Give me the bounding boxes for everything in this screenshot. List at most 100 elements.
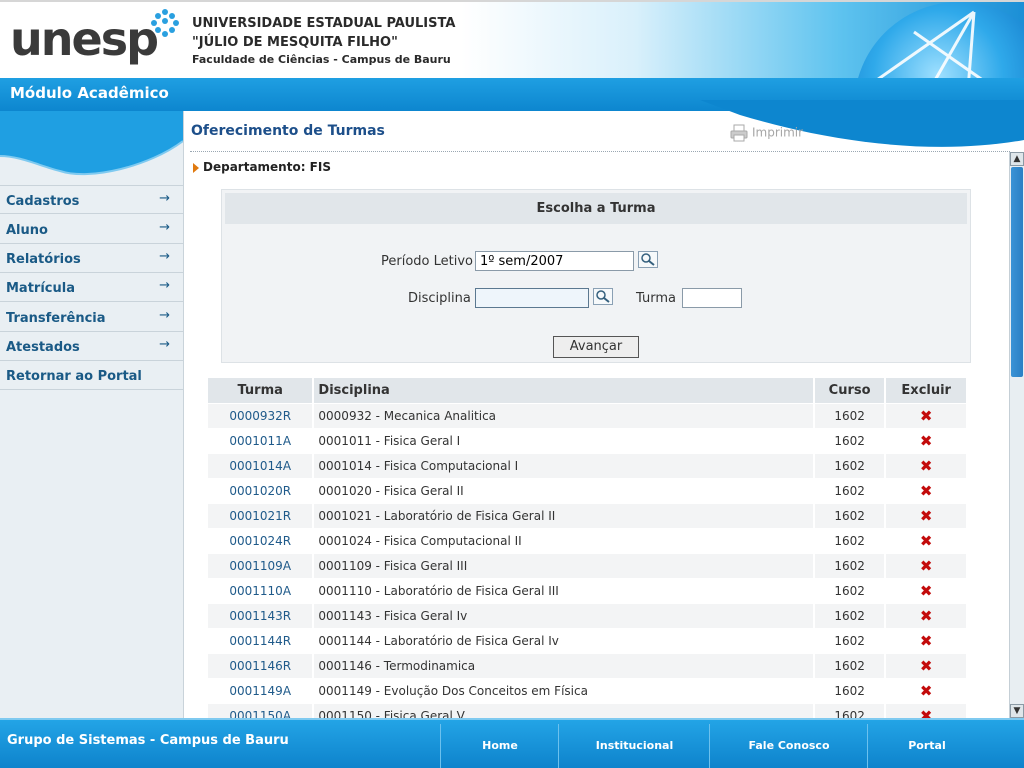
arrow-right-icon: → [159,278,170,293]
sidebar-item-label: Relatórios [6,252,81,267]
periodo-lookup-button[interactable] [638,251,658,268]
column-header-turma: Turma [208,378,315,404]
turma-link[interactable]: 0001020R [229,484,291,498]
curso-cell: 1602 [813,578,887,604]
department-text: Departamento: FIS [203,160,331,174]
table-row: 0001024R 0001024 - Fisica Computacional … [208,528,968,554]
disciplina-cell: 0001021 - Laboratório de Fisica Geral II [313,503,815,529]
arrow-right-icon: → [159,308,170,323]
curso-cell: 1602 [813,503,887,529]
search-icon [641,253,655,266]
page-header: unesp UNIVERSIDADE ESTADUAL PAULISTA "JÚ… [0,0,1024,78]
curso-cell: 1602 [813,403,887,429]
arrow-right-icon: → [159,191,170,206]
turma-link[interactable]: 0001143R [229,609,291,623]
sidebar-item-atestados[interactable]: Atestados → [0,332,183,361]
department-label: Departamento: FIS [193,160,331,174]
scroll-up-arrow-icon[interactable]: ▲ [1010,152,1024,166]
form-heading-text: Escolha a Turma [536,201,656,216]
sidebar-item-aluno[interactable]: Aluno → [0,215,183,244]
sidebar-item-cadastros[interactable]: Cadastros → [0,185,183,214]
sidebar-item-label: Atestados [6,340,80,355]
turma-link[interactable]: 0001011A [229,434,291,448]
form-heading: Escolha a Turma [225,193,967,224]
disciplina-input[interactable] [475,288,589,308]
delete-x-icon[interactable]: ✖ [920,682,933,700]
column-header-disciplina: Disciplina [313,378,815,404]
print-label: Imprimir [752,125,804,140]
avancar-button[interactable]: Avançar [553,336,639,358]
disciplina-cell: 0001109 - Fisica Geral III [313,553,815,579]
periodo-label: Período Letivo [381,254,473,269]
turmas-table: Turma Disciplina Curso Excluir 0000932R … [208,378,968,728]
footer-nav-home[interactable]: Home [440,724,559,768]
turma-link[interactable]: 0001149A [229,684,291,698]
footer-nav-portal[interactable]: Portal [867,724,986,768]
periodo-input[interactable] [475,251,634,271]
curso-cell: 1602 [813,603,887,629]
delete-x-icon[interactable]: ✖ [920,582,933,600]
turma-link[interactable]: 0001014A [229,459,291,473]
globe-graphic [854,2,1024,78]
sidebar-item-label: Retornar ao Portal [6,369,142,384]
table-header-row: Turma Disciplina Curso Excluir [208,378,968,404]
sidebar-item-transferencia[interactable]: Transferência → [0,303,183,332]
delete-x-icon[interactable]: ✖ [920,607,933,625]
disciplina-cell: 0001144 - Laboratório de Fisica Geral Iv [313,628,815,654]
curso-cell: 1602 [813,428,887,454]
delete-x-icon[interactable]: ✖ [920,482,933,500]
delete-x-icon[interactable]: ✖ [920,632,933,650]
delete-x-icon[interactable]: ✖ [920,407,933,425]
sidebar-item-retornar-portal[interactable]: Retornar ao Portal [0,361,183,390]
divider [190,151,1010,152]
curso-cell: 1602 [813,678,887,704]
vertical-scrollbar[interactable]: ▲ ▼ [1009,152,1024,718]
sidebar-item-label: Matrícula [6,281,75,296]
scrollbar-thumb[interactable] [1011,167,1023,377]
curso-cell: 1602 [813,528,887,554]
footer-nav-institucional[interactable]: Institucional [558,724,710,768]
disciplina-cell: 0000932 - Mecanica Analitica [313,403,815,429]
footer-nav-fale-conosco[interactable]: Fale Conosco [709,724,868,768]
disciplina-cell: 0001149 - Evolução Dos Conceitos em Físi… [313,678,815,704]
search-icon [596,290,610,303]
disciplina-cell: 0001024 - Fisica Computacional II [313,528,815,554]
arrow-right-icon: → [159,220,170,235]
scroll-down-arrow-icon[interactable]: ▼ [1010,704,1024,718]
turma-link[interactable]: 0000932R [229,409,291,423]
curso-cell: 1602 [813,453,887,479]
turma-input[interactable] [682,288,742,308]
delete-x-icon[interactable]: ✖ [920,432,933,450]
table-row: 0001146R 0001146 - Termodinamica 1602 ✖ [208,653,968,679]
delete-x-icon[interactable]: ✖ [920,507,933,525]
turma-link[interactable]: 0001024R [229,534,291,548]
disciplina-lookup-button[interactable] [593,288,613,305]
disciplina-label: Disciplina [408,291,471,306]
triangle-bullet-icon [193,162,199,173]
sidebar-item-relatorios[interactable]: Relatórios → [0,244,183,273]
curso-cell: 1602 [813,478,887,504]
curso-cell: 1602 [813,553,887,579]
turma-link[interactable]: 0001146R [229,659,291,673]
disciplina-cell: 0001110 - Laboratório de Fisica Geral II… [313,578,815,604]
turma-link[interactable]: 0001021R [229,509,291,523]
disciplina-cell: 0001011 - Fisica Geral I [313,428,815,454]
sidebar-wave-decoration [0,111,183,181]
delete-x-icon[interactable]: ✖ [920,557,933,575]
table-row: 0001020R 0001020 - Fisica Geral II 1602 … [208,478,968,504]
table-row: 0001110A 0001110 - Laboratório de Fisica… [208,578,968,604]
arrow-right-icon: → [159,249,170,264]
footer-title: Grupo de Sistemas - Campus de Bauru [7,733,289,748]
sidebar-item-label: Cadastros [6,194,80,209]
turma-link[interactable]: 0001110A [229,584,291,598]
delete-x-icon[interactable]: ✖ [920,457,933,475]
turma-link[interactable]: 0001144R [229,634,291,648]
turma-link[interactable]: 0001109A [229,559,291,573]
university-subtitle: "JÚLIO DE MESQUITA FILHO" [192,35,398,50]
turma-label: Turma [636,291,676,306]
delete-x-icon[interactable]: ✖ [920,657,933,675]
delete-x-icon[interactable]: ✖ [920,532,933,550]
column-header-excluir: Excluir [885,378,968,404]
sidebar-item-matricula[interactable]: Matrícula → [0,273,183,302]
print-button[interactable]: Imprimir [730,124,803,142]
